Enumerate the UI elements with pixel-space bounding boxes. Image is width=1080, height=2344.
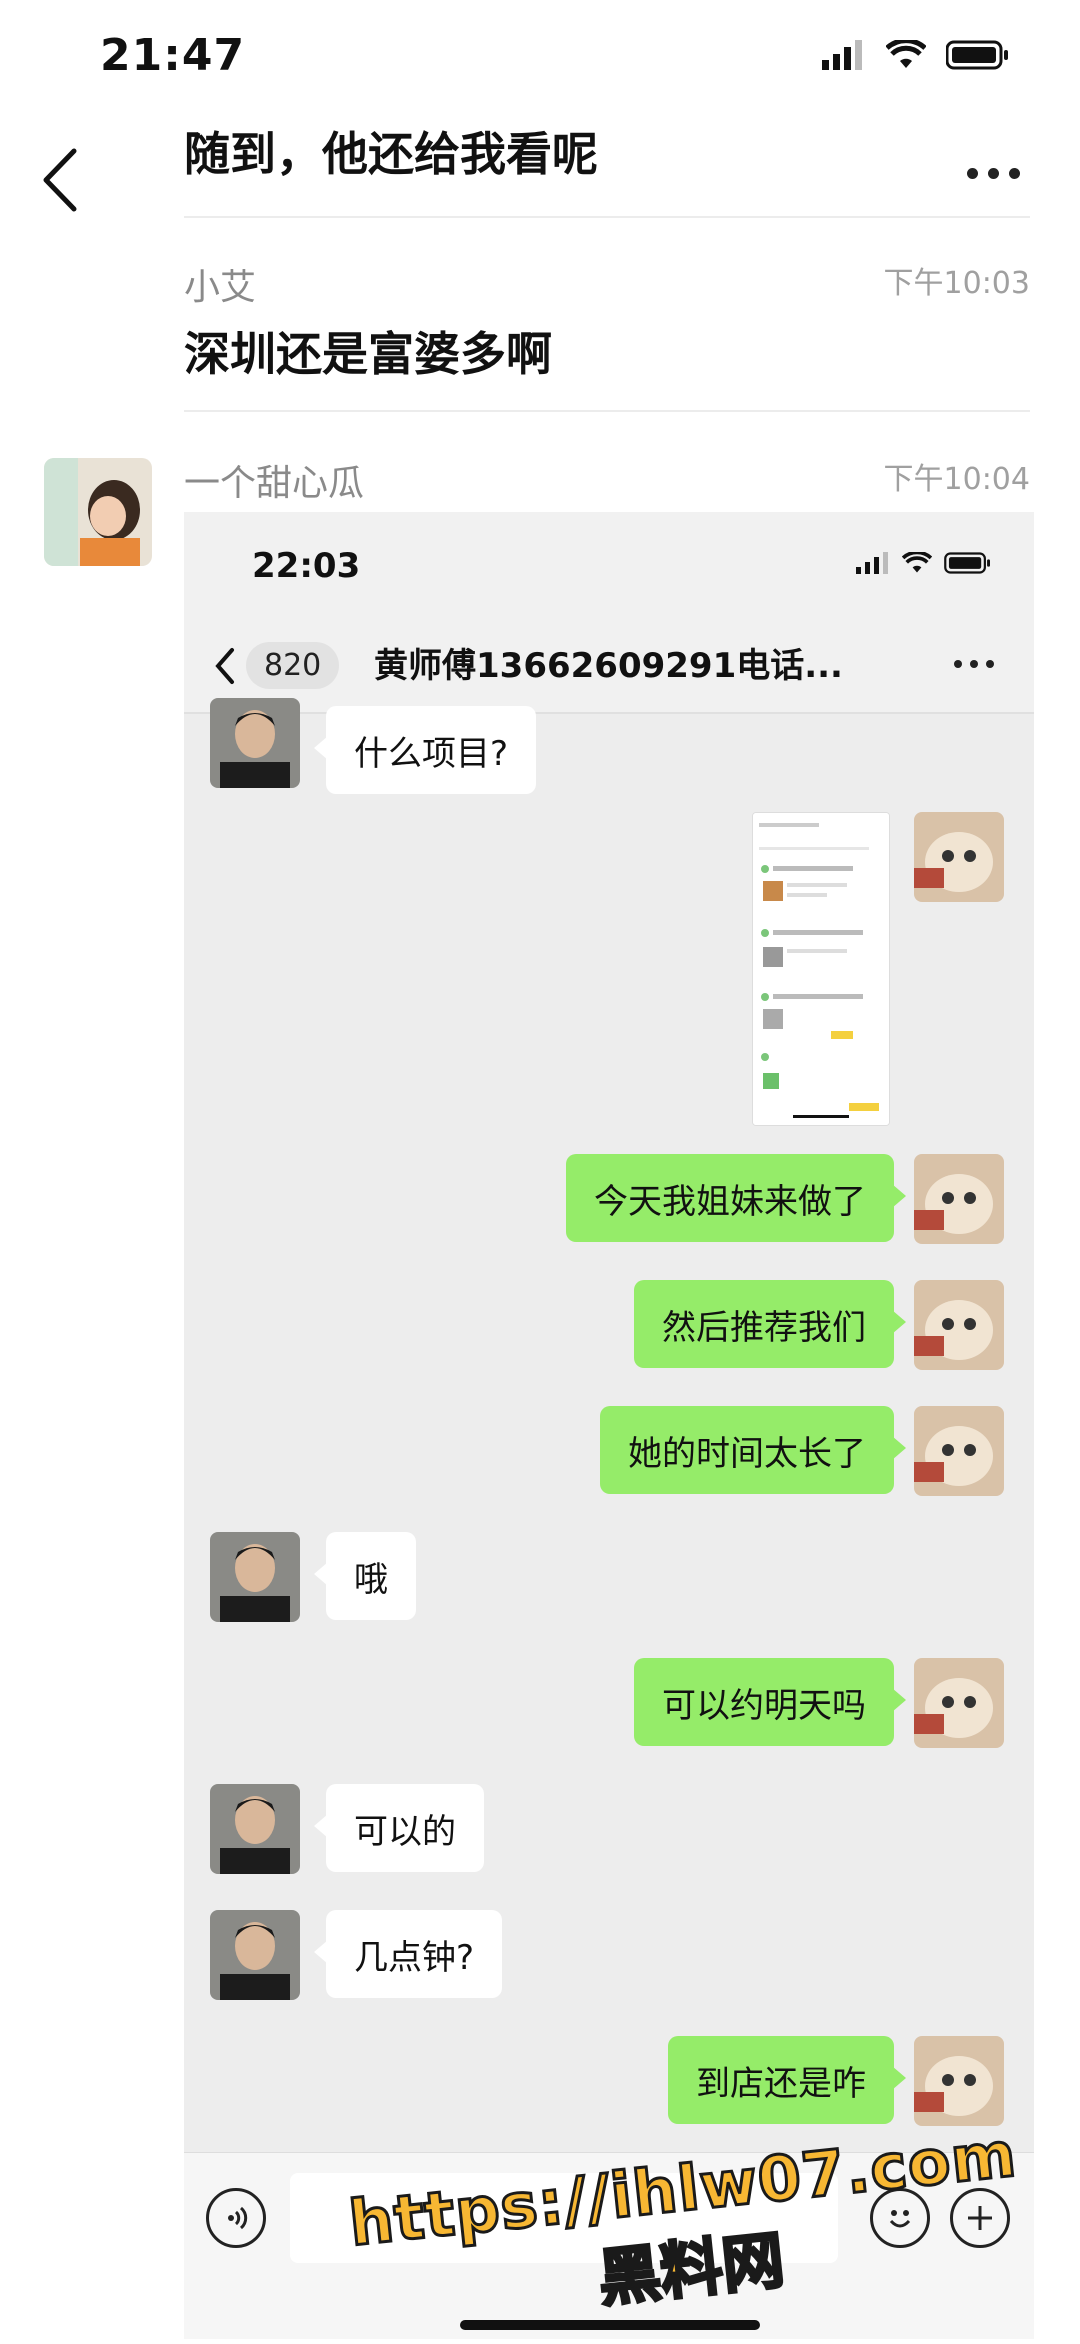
my-avatar (914, 1280, 1004, 1370)
avatar[interactable] (44, 458, 152, 566)
message-time: 下午10:03 (883, 266, 1030, 301)
contact-avatar (210, 1784, 300, 1874)
chat-bubble-sent: 到店还是咋 (668, 2036, 906, 2124)
chat-bubble-received: 什么项目? (313, 706, 537, 794)
inner-back-button: 820 (214, 642, 340, 689)
my-avatar (914, 2036, 1004, 2126)
contact-avatar (210, 1910, 300, 2000)
battery-icon (944, 552, 990, 574)
inner-header: 22:03 820 黄师傅13662609291电话... (184, 512, 1034, 714)
inner-status-icons (856, 552, 992, 574)
chat-bubble-sent: 她的时间太长了 (600, 1406, 906, 1494)
my-avatar (914, 1154, 1004, 1244)
divider (184, 216, 1030, 218)
signal-icon (822, 40, 862, 70)
wifi-icon (902, 552, 932, 573)
chat-bubble-received: 哦 (314, 1532, 416, 1620)
message-sender: 一个甜心瓜 (184, 463, 365, 504)
more-button[interactable] (967, 168, 1020, 179)
status-icons (822, 40, 1010, 70)
contact-avatar (210, 698, 300, 788)
voice-icon (206, 2188, 266, 2248)
message-sender: 小艾 (184, 267, 257, 308)
chevron-left-icon (43, 148, 77, 212)
back-button[interactable] (38, 145, 82, 215)
message-time: 下午10:04 (883, 462, 1030, 497)
unread-count-badge: 820 (246, 642, 340, 689)
message-text: 深圳还是富婆多啊 (184, 327, 552, 381)
status-time: 21:47 (100, 30, 246, 81)
chat-bubble-sent: 可以约明天吗 (634, 1658, 906, 1746)
contact-avatar (210, 1532, 300, 1622)
battery-icon (946, 40, 1008, 70)
divider (184, 410, 1030, 412)
wifi-icon (886, 40, 926, 68)
chevron-left-icon (215, 647, 234, 684)
signal-icon (856, 552, 888, 574)
inner-status-time: 22:03 (252, 546, 361, 586)
inner-more-icon (954, 660, 994, 668)
page-title: 随到，他还给我看呢 (184, 127, 598, 181)
chat-bubble-received: 可以的 (314, 1784, 484, 1872)
chat-bubble-sent: 今天我姐妹来做了 (566, 1154, 906, 1242)
my-avatar (914, 1658, 1004, 1748)
my-avatar (914, 812, 1004, 902)
chat-bubble-received: 几点钟? (313, 1910, 503, 1998)
chat-bubble-sent: 然后推荐我们 (634, 1280, 906, 1368)
my-avatar (914, 1406, 1004, 1496)
inner-chat-title: 黄师傅13662609291电话... (374, 646, 843, 686)
screenshot-thumbnail (752, 812, 890, 1126)
image-message[interactable]: 22:03 820 黄师傅13662609291电话... 什么项目? 今天我姐… (184, 512, 1034, 2339)
